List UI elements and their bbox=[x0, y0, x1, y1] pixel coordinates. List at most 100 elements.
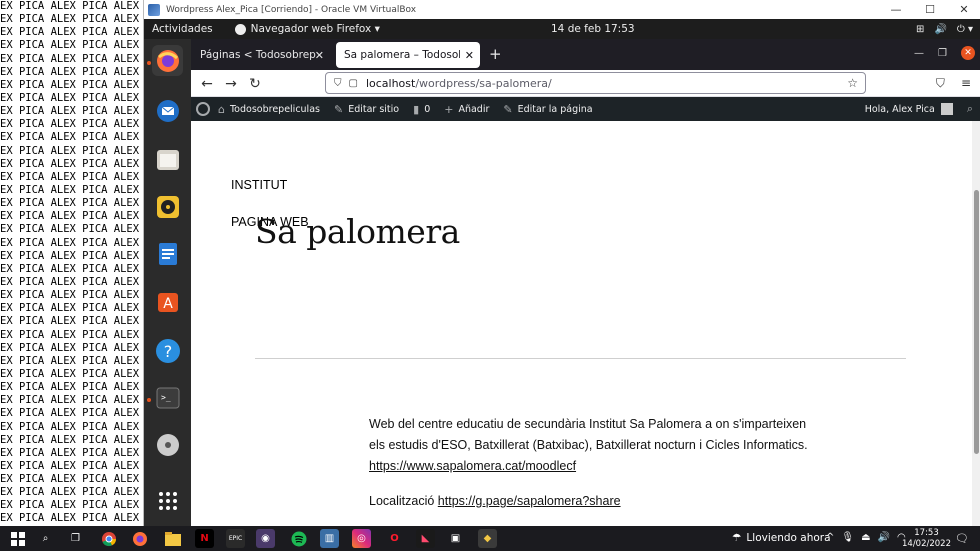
activities-button[interactable]: Actividades bbox=[144, 23, 223, 35]
files-dock-icon[interactable] bbox=[152, 144, 183, 175]
volume-icon[interactable]: 🔊 bbox=[878, 532, 890, 543]
software-center-dock-icon[interactable]: A bbox=[152, 285, 183, 316]
bookmark-star-icon[interactable]: ☆ bbox=[847, 76, 858, 90]
dvd-dock-icon[interactable] bbox=[152, 429, 183, 460]
wordpress-logo-icon[interactable] bbox=[196, 102, 210, 116]
app-icon[interactable]: ◣ bbox=[416, 529, 435, 548]
firefox-dock-icon[interactable] bbox=[152, 45, 183, 76]
weather-widget[interactable]: ☂ Lloviendo ahora bbox=[732, 532, 831, 544]
minimize-icon[interactable]: — bbox=[914, 48, 924, 59]
system-tray[interactable]: ⊞ 🔊 ⏻ ▾ bbox=[916, 24, 973, 35]
bg-text-line: EX PICA ALEX PICA ALEX PICA ALEX PICA bbox=[0, 289, 140, 302]
wp-edit-page[interactable]: ✎ Editar la página bbox=[503, 103, 592, 116]
virtualbox-vm-icon[interactable]: ◆ bbox=[478, 529, 497, 548]
ubuntu-dock: A ? >_ bbox=[144, 39, 191, 526]
reload-icon[interactable]: ↻ bbox=[245, 74, 265, 94]
bg-text-line: EX PICA ALEX PICA ALEX PICA ALEX PICA bbox=[0, 486, 140, 499]
close-window-icon[interactable]: ✕ bbox=[961, 46, 975, 60]
task-view-icon[interactable]: ❐ bbox=[66, 529, 85, 548]
help-dock-icon[interactable]: ? bbox=[152, 335, 183, 366]
bg-text-line: EX PICA ALEX PICA ALEX PICA ALEX PICA bbox=[0, 433, 140, 446]
netflix-icon[interactable]: N bbox=[195, 529, 214, 548]
bg-text-line: EX PICA ALEX PICA ALEX PICA ALEX PICA bbox=[0, 52, 140, 65]
windows-start-icon[interactable] bbox=[8, 529, 27, 548]
power-icon[interactable]: ⏻ ▾ bbox=[957, 24, 973, 35]
back-arrow-icon[interactable]: ← bbox=[197, 74, 217, 94]
app-menu[interactable]: Navegador web Firefox ▾ bbox=[234, 23, 380, 35]
wp-add-new[interactable]: + Añadir bbox=[444, 103, 489, 116]
bg-text-line: EX PICA ALEX PICA ALEX PICA ALEX PICA bbox=[0, 0, 140, 12]
media-app-icon[interactable]: ▥ bbox=[320, 529, 339, 548]
file-explorer-icon[interactable] bbox=[163, 529, 182, 548]
terminal-dock-icon[interactable]: >_ bbox=[152, 382, 183, 413]
virtualbox-titlebar: Wordpress Alex_Pica [Corriendo] - Oracle… bbox=[144, 0, 980, 19]
bg-text-line: EX PICA ALEX PICA ALEX PICA ALEX PICA bbox=[0, 183, 140, 196]
wp-comments[interactable]: ▮ 0 bbox=[413, 103, 430, 116]
network-icon[interactable]: ⊞ bbox=[916, 24, 924, 35]
usb-icon[interactable]: ⏏ bbox=[861, 532, 870, 543]
add-new-label: Añadir bbox=[458, 103, 490, 115]
menu-link-institut[interactable]: INSTITUT bbox=[231, 178, 287, 192]
minimize-icon[interactable]: — bbox=[879, 3, 913, 16]
avatar[interactable] bbox=[940, 103, 953, 115]
restore-icon[interactable]: ❐ bbox=[938, 48, 947, 59]
opera-icon[interactable]: O bbox=[385, 529, 404, 548]
search-icon[interactable]: ⌕ bbox=[36, 529, 55, 548]
location-link[interactable]: https://g.page/sapalomera?share bbox=[438, 494, 621, 508]
bg-text-line: EX PICA ALEX PICA ALEX PICA ALEX PICA bbox=[0, 157, 140, 170]
search-icon[interactable]: ⌕ bbox=[967, 102, 973, 116]
hamburger-menu-icon[interactable]: ≡ bbox=[961, 76, 971, 91]
notification-icon[interactable]: 🗨 bbox=[955, 532, 969, 545]
firefox-taskbar-icon[interactable] bbox=[130, 529, 149, 548]
bg-text-line: EX PICA ALEX PICA ALEX PICA ALEX PICA bbox=[0, 223, 140, 236]
chrome-icon[interactable] bbox=[99, 529, 118, 548]
url-path: /wordpress/sa-palomera/ bbox=[415, 76, 552, 90]
wp-edit-site[interactable]: ✎ Editar sitio bbox=[334, 103, 399, 116]
url-bar[interactable]: ⛉ ▢ localhost /wordpress/sa-palomera/ ☆ bbox=[325, 72, 866, 94]
volume-icon[interactable]: 🔊 bbox=[934, 24, 946, 35]
libreoffice-writer-dock-icon[interactable] bbox=[152, 238, 183, 269]
shield-icon[interactable]: ⛉ bbox=[334, 78, 342, 89]
svg-text:A: A bbox=[163, 296, 173, 312]
pocket-icon[interactable]: ⛉ bbox=[936, 76, 945, 91]
bg-text-line: EX PICA ALEX PICA ALEX PICA ALEX PICA bbox=[0, 499, 140, 512]
taskbar-clock[interactable]: 17:53 14/02/2022 bbox=[902, 528, 951, 550]
maximize-icon[interactable]: ☐ bbox=[913, 3, 947, 16]
app-launcher-icon[interactable]: ◉ bbox=[256, 529, 275, 548]
weather-label: Lloviendo ahora bbox=[746, 532, 831, 544]
user-greeting[interactable]: Hola, Alex Pica bbox=[865, 104, 935, 115]
chevron-up-icon[interactable]: ^ bbox=[826, 532, 834, 543]
running-indicator bbox=[147, 398, 151, 402]
close-tab-icon[interactable]: ✕ bbox=[465, 49, 474, 62]
moodle-link[interactable]: https://www.sapalomera.cat/moodlecf bbox=[369, 459, 576, 473]
bg-text-line: EX PICA ALEX PICA ALEX PICA ALEX PICA bbox=[0, 459, 140, 472]
taskbar-date: 14/02/2022 bbox=[902, 539, 951, 549]
wp-site-name[interactable]: ⌂ Todosobrepeliculas bbox=[218, 103, 320, 116]
spotify-icon[interactable] bbox=[289, 529, 308, 548]
page-scrollbar[interactable] bbox=[972, 121, 980, 526]
virtualbox-taskbar-icon[interactable]: ▣ bbox=[446, 529, 465, 548]
comments-count: 0 bbox=[424, 103, 431, 115]
topbar-clock[interactable]: 14 de feb 17:53 bbox=[551, 23, 635, 35]
bg-text-line: EX PICA ALEX PICA ALEX PICA ALEX PICA bbox=[0, 512, 140, 525]
page-info-icon[interactable]: ▢ bbox=[349, 78, 358, 89]
close-icon[interactable]: ✕ bbox=[947, 3, 980, 16]
edit-site-label: Editar sitio bbox=[348, 103, 400, 115]
bg-text-line: EX PICA ALEX PICA ALEX PICA ALEX PICA bbox=[0, 26, 140, 39]
thunderbird-dock-icon[interactable] bbox=[152, 95, 183, 126]
forward-arrow-icon[interactable]: → bbox=[221, 74, 241, 94]
show-apps-icon[interactable] bbox=[152, 485, 183, 516]
epic-games-icon[interactable]: EPIC bbox=[226, 529, 245, 548]
instagram-icon[interactable]: ◎ bbox=[352, 529, 371, 548]
tab-paginas[interactable]: Páginas < Todosobrepelículas ✕ bbox=[192, 42, 330, 68]
tab-sa-palomera[interactable]: Sa palomera – Todosobrepelículas ✕ bbox=[336, 42, 480, 68]
mic-icon[interactable]: 🎙 bbox=[841, 532, 854, 543]
scrollbar-thumb[interactable] bbox=[974, 190, 979, 454]
rhythmbox-dock-icon[interactable] bbox=[152, 191, 183, 222]
bg-text-line: EX PICA ALEX PICA ALEX PICA ALEX PICA bbox=[0, 473, 140, 486]
comment-icon: ▮ bbox=[413, 102, 420, 116]
new-tab-button[interactable]: + bbox=[489, 45, 502, 63]
bg-text-line: EX PICA ALEX PICA ALEX PICA ALEX PICA bbox=[0, 381, 140, 394]
close-tab-icon[interactable]: ✕ bbox=[315, 49, 324, 62]
taskbar-tray[interactable]: ^ 🎙 ⏏ 🔊 ◠ bbox=[826, 532, 906, 543]
